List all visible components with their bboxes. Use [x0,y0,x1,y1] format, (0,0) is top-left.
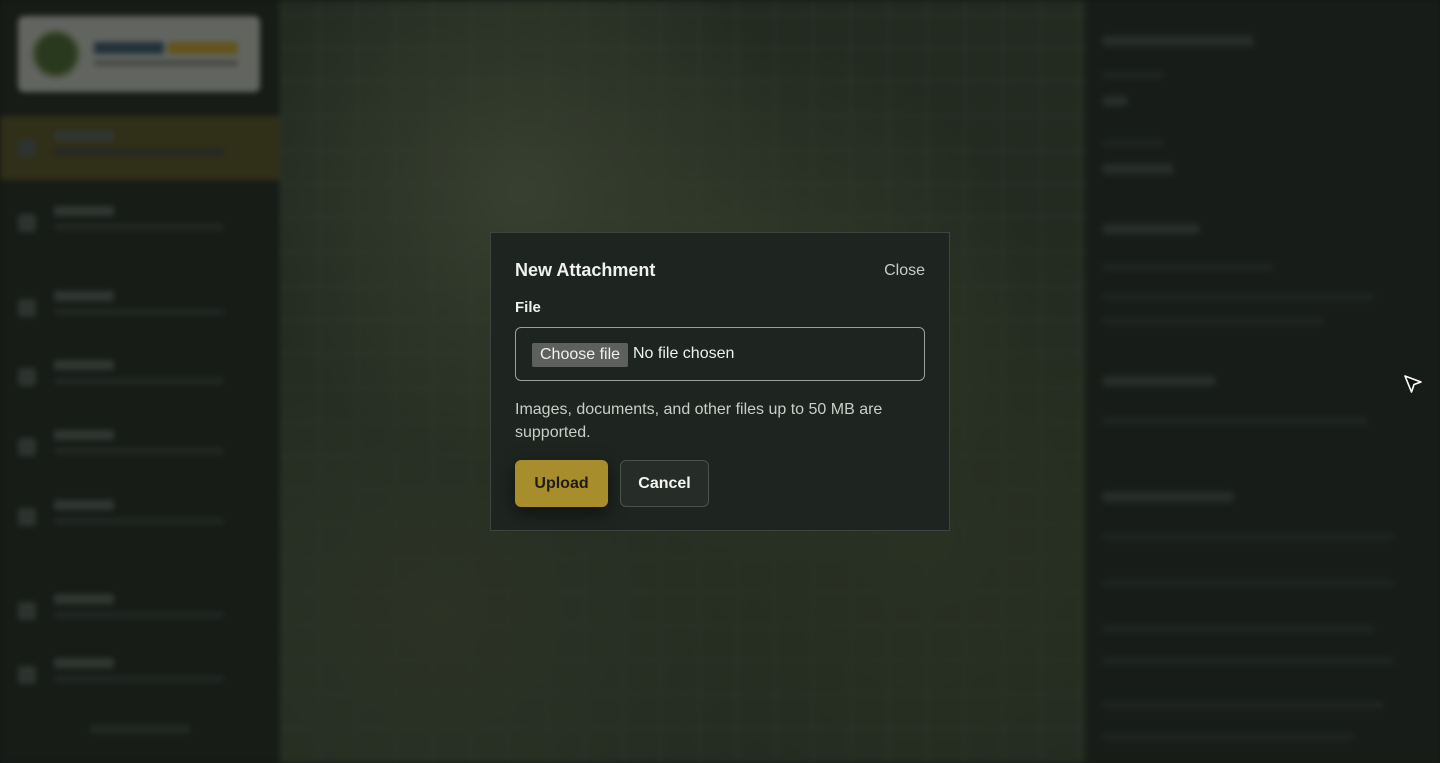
dialog-title: New Attachment [515,260,656,280]
mouse-pointer-icon [1404,375,1422,393]
file-input[interactable]: Choose file No file chosen [515,327,925,381]
file-status-text: No file chosen [633,345,735,362]
upload-button[interactable]: Upload [515,460,608,507]
file-help-text: Images, documents, and other files up to… [515,401,883,441]
file-field-label: File [515,299,541,316]
new-attachment-dialog: New Attachment Close File Choose file No… [490,232,950,531]
choose-file-button[interactable]: Choose file [532,343,629,367]
cancel-button[interactable]: Cancel [620,460,709,507]
close-button[interactable]: Close [884,262,925,280]
